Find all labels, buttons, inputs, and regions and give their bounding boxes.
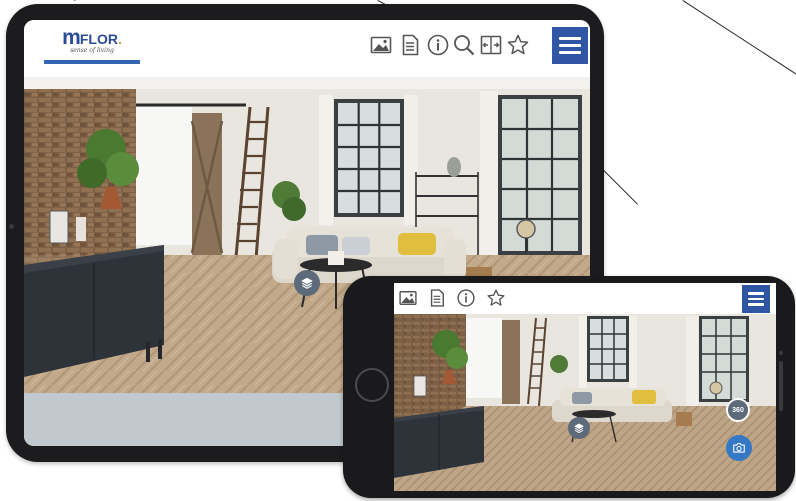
- layers-icon: [301, 277, 313, 289]
- phone-device: 360: [343, 276, 795, 498]
- menu-bar: [559, 51, 581, 54]
- logo-dot: .: [117, 31, 122, 47]
- guide-line: [682, 0, 796, 75]
- phone-speaker: [779, 361, 783, 411]
- menu-bar: [559, 37, 581, 40]
- tablet-app-header: mFLOR. sense of living: [24, 20, 590, 70]
- logo-mark: m: [62, 26, 81, 49]
- phone-app-header: [394, 283, 776, 314]
- room-scene: [394, 314, 776, 491]
- logo-wordmark: FLOR: [79, 31, 118, 47]
- info-icon[interactable]: [426, 33, 450, 57]
- image-icon[interactable]: [369, 33, 393, 57]
- tablet-camera: [9, 224, 14, 229]
- view-360-button[interactable]: 360: [726, 398, 750, 422]
- guide-line: [74, 0, 92, 1]
- info-icon[interactable]: [456, 288, 476, 308]
- menu-bar: [747, 303, 765, 306]
- menu-bar: [559, 44, 581, 47]
- hamburger-menu-button[interactable]: [552, 27, 588, 64]
- guide-line: [603, 170, 638, 205]
- camera-icon: [733, 443, 745, 453]
- camera-button[interactable]: [726, 435, 752, 461]
- document-icon[interactable]: [427, 288, 447, 308]
- image-icon[interactable]: [398, 288, 418, 308]
- room-visualizer-image[interactable]: 360: [394, 314, 776, 491]
- layers-icon: [574, 423, 584, 434]
- search-icon[interactable]: [452, 33, 476, 57]
- star-icon[interactable]: [486, 288, 506, 308]
- star-icon[interactable]: [506, 33, 530, 57]
- layers-button[interactable]: [568, 417, 590, 439]
- view-360-label: 360: [732, 406, 744, 414]
- menu-bar: [747, 297, 765, 301]
- layers-button[interactable]: [294, 270, 320, 296]
- menu-bar: [747, 292, 765, 295]
- mflor-logo[interactable]: mFLOR. sense of living: [44, 26, 140, 64]
- document-icon[interactable]: [398, 33, 422, 57]
- phone-camera: [779, 351, 783, 355]
- home-button: [355, 368, 389, 402]
- logo-tagline: sense of living: [70, 47, 114, 54]
- compare-icon[interactable]: [479, 33, 503, 57]
- phone-screen: 360: [394, 283, 776, 491]
- hamburger-menu-button[interactable]: [742, 285, 770, 313]
